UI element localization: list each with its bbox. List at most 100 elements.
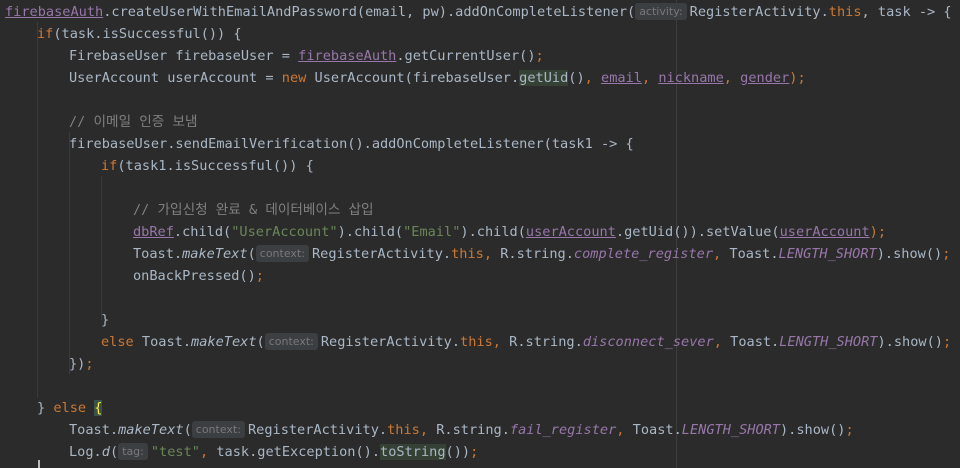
code-token: ( <box>109 444 119 460</box>
code-line[interactable]: dbRef.child("UserAccount" ).child("Email"… <box>133 221 886 243</box>
code-token: firebaseAuth <box>298 48 397 64</box>
code-line[interactable]: } else { <box>37 397 103 419</box>
code-token: else <box>101 334 142 350</box>
code-token: } <box>37 400 54 416</box>
indent-guide <box>69 132 70 374</box>
parameter-hint: activity: <box>635 3 687 20</box>
code-token: RegisterActivity. <box>689 4 829 20</box>
code-token: if <box>37 26 54 42</box>
code-line[interactable]: // 가입신청 완료 & 데이터베이스 삽입 <box>133 199 374 221</box>
indent-guide <box>101 176 102 320</box>
code-token: RegisterActivity. <box>320 334 461 350</box>
code-token: , <box>616 422 633 438</box>
code-token: ).child( <box>460 224 526 240</box>
code-token: makeText <box>182 246 248 262</box>
indent-guide <box>37 22 38 398</box>
code-editor[interactable]: firebaseAuth .createUserWithEmailAndPassw… <box>0 0 960 468</box>
code-token: .getCurrentUser() <box>396 48 536 64</box>
code-line[interactable]: } <box>101 309 109 331</box>
code-token: , <box>713 334 731 350</box>
parameter-hint: context: <box>191 421 245 438</box>
code-line[interactable]: if(task1.isSuccessful()) { <box>101 155 314 177</box>
code-token: fail_register <box>509 422 617 438</box>
code-token: LENGTH_SHORT <box>779 334 878 350</box>
code-token: ; <box>255 268 264 284</box>
code-token: R.string. <box>509 334 583 350</box>
code-token: "test" <box>150 444 200 460</box>
code-token: this <box>828 4 862 20</box>
code-token: new <box>281 70 315 86</box>
code-line[interactable]: onBackPressed(); <box>133 265 264 287</box>
code-token: , task -> { <box>861 4 952 20</box>
code-token: makeText <box>191 334 257 350</box>
code-token: , <box>723 70 741 86</box>
code-token: }) <box>69 356 86 372</box>
code-token: ; <box>535 48 544 64</box>
code-token: "Email" <box>403 224 461 240</box>
code-token: ); <box>869 224 887 240</box>
code-token: Toast. <box>632 422 682 438</box>
code-token: (task.isSuccessful()) { <box>53 26 242 42</box>
code-token: ).show() <box>780 422 846 438</box>
code-token: RegisterActivity. <box>247 422 388 438</box>
code-token: dbRef <box>133 224 174 240</box>
code-token: ; <box>942 246 951 262</box>
code-token: d <box>101 444 110 460</box>
code-token: ( <box>256 334 265 350</box>
parameter-hint: tag: <box>118 443 148 460</box>
code-token: Toast. <box>730 334 780 350</box>
code-token: disconnect_sever <box>582 334 714 350</box>
code-token: this <box>387 422 420 438</box>
code-token: .getUid()).setValue( <box>615 224 780 240</box>
code-token: } <box>101 312 110 328</box>
code-token: nickname <box>658 70 724 86</box>
code-token: ).show() <box>876 246 943 262</box>
code-token: , <box>492 334 510 350</box>
code-token: onBackPressed() <box>133 268 256 284</box>
code-token: ( <box>183 422 192 438</box>
code-token: LENGTH_SHORT <box>681 422 780 438</box>
code-token: else <box>53 400 95 416</box>
code-line[interactable]: firebaseUser.sendEmailVerification().add… <box>69 133 634 155</box>
code-token: , <box>199 444 217 460</box>
code-token: userAccount <box>525 224 616 240</box>
code-token: , <box>419 422 437 438</box>
code-line[interactable]: Log.d(tag: "test", task.getException().to… <box>69 441 478 463</box>
code-token: "UserAccount" <box>231 224 338 240</box>
code-token: ; <box>845 422 854 438</box>
code-line[interactable]: firebaseAuth.createUserWithEmailAndPassw… <box>5 1 952 23</box>
code-token: RegisterActivity. <box>311 246 452 262</box>
code-token: Toast. <box>133 246 183 262</box>
code-token: // 이메일 인증 보냄 <box>69 114 198 130</box>
code-token: ( <box>247 246 256 262</box>
text-caret <box>38 460 40 468</box>
code-token: toString <box>380 444 446 460</box>
code-token: email <box>601 70 642 86</box>
code-line[interactable]: UserAccount userAccount = new UserAccoun… <box>69 67 806 89</box>
code-token: , <box>483 246 501 262</box>
code-token: Toast. <box>141 334 192 350</box>
code-token: R.string. <box>500 246 574 262</box>
code-line[interactable]: Toast.makeText(context: RegisterActivity.… <box>69 419 854 441</box>
code-token: , <box>641 70 659 86</box>
code-token: firebaseUser.sendEmailVerification().add… <box>69 136 634 152</box>
code-line[interactable]: // 이메일 인증 보냄 <box>69 111 197 133</box>
code-token: ()) <box>445 444 471 460</box>
code-line[interactable]: Toast.makeText(context: RegisterActivity.… <box>133 243 950 265</box>
code-token: this <box>451 246 484 262</box>
code-line[interactable]: if(task.isSuccessful()) { <box>37 23 242 45</box>
code-token: gender <box>740 70 790 86</box>
code-token: Toast. <box>729 246 779 262</box>
code-token: FirebaseUser firebaseUser = <box>69 48 299 64</box>
code-token: { <box>94 400 103 416</box>
code-token: R.string. <box>436 422 510 438</box>
code-token: .createUserWithEmailAndPassword(email, p… <box>103 4 636 20</box>
code-token: .child( <box>173 224 232 240</box>
parameter-hint: context: <box>255 245 309 262</box>
code-token: ; <box>470 444 479 460</box>
code-line[interactable]: }); <box>69 353 94 375</box>
parameter-hint: context: <box>264 333 318 350</box>
code-line[interactable]: FirebaseUser firebaseUser = firebaseAuth… <box>69 45 544 67</box>
code-token: UserAccount userAccount = <box>69 70 282 86</box>
code-line[interactable]: else Toast.makeText(context: RegisterActi… <box>101 331 951 353</box>
